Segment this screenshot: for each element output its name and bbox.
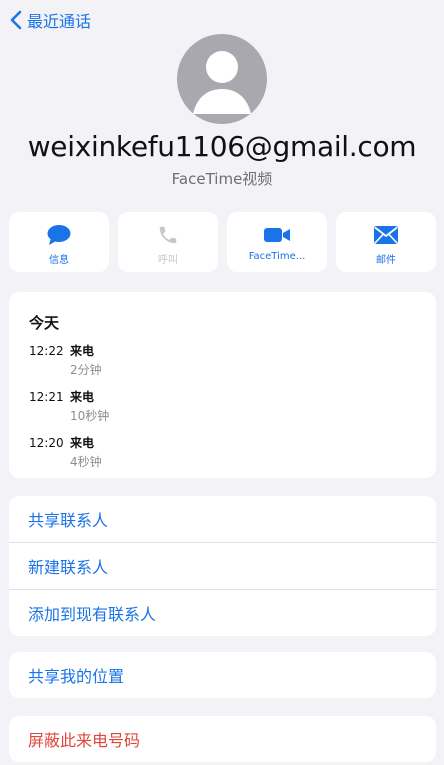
facetime-button[interactable]: FaceTime... [227, 212, 327, 272]
call-button[interactable]: 呼叫 [118, 212, 218, 272]
back-label: 最近通话 [27, 12, 92, 31]
call-type: 来电 [70, 390, 95, 404]
person-silhouette-icon [177, 34, 267, 124]
share-contact-button[interactable]: 共享联系人 [9, 496, 436, 542]
facetime-button-label: FaceTime... [248, 251, 306, 262]
call-type: 来电 [70, 344, 95, 358]
contact-actions-card: 共享联系人 新建联系人 添加到现有联系人 [9, 496, 436, 636]
mail-button[interactable]: 邮件 [336, 212, 436, 272]
call-button-label: 呼叫 [158, 255, 178, 266]
call-duration: 2分钟 [70, 363, 102, 377]
message-bubble-icon [46, 224, 72, 246]
call-history-item: 12:20 来电 4秒钟 [29, 435, 436, 481]
chevron-left-icon [10, 10, 22, 30]
mail-button-label: 邮件 [376, 255, 396, 266]
contact-title: weixinkefu1106@gmail.com [27, 130, 417, 163]
location-card: 共享我的位置 [9, 652, 436, 698]
call-history-item: 12:22 来电 2分钟 [29, 343, 436, 389]
call-duration: 4秒钟 [70, 455, 102, 469]
back-button[interactable]: 最近通话 [10, 8, 91, 32]
block-caller-button[interactable]: 屏蔽此来电号码 [9, 716, 436, 762]
avatar [177, 34, 267, 124]
video-camera-icon [263, 224, 291, 246]
recents-day-heading: 今天 [29, 314, 60, 332]
call-history-item: 12:21 来电 10秒钟 [29, 389, 436, 435]
call-duration: 10秒钟 [70, 409, 110, 423]
create-contact-button[interactable]: 新建联系人 [9, 542, 436, 589]
message-button-label: 信息 [49, 255, 69, 266]
call-time: 12:20 [29, 436, 64, 450]
message-button[interactable]: 信息 [9, 212, 109, 272]
contact-subtitle: FaceTime视频 [171, 170, 273, 188]
call-time: 12:22 [29, 344, 64, 358]
envelope-icon [373, 224, 399, 246]
call-type: 来电 [70, 436, 95, 450]
call-time: 12:21 [29, 390, 64, 404]
action-button-row: 信息 呼叫 FaceTime... 邮件 [9, 212, 436, 272]
share-location-button[interactable]: 共享我的位置 [9, 652, 436, 698]
block-card: 屏蔽此来电号码 [9, 716, 436, 762]
recents-card: 今天 12:22 来电 2分钟 12:21 来电 10秒钟 12:20 来电 4… [9, 292, 436, 478]
phone-icon [157, 224, 179, 246]
add-to-existing-contact-button[interactable]: 添加到现有联系人 [9, 589, 436, 636]
